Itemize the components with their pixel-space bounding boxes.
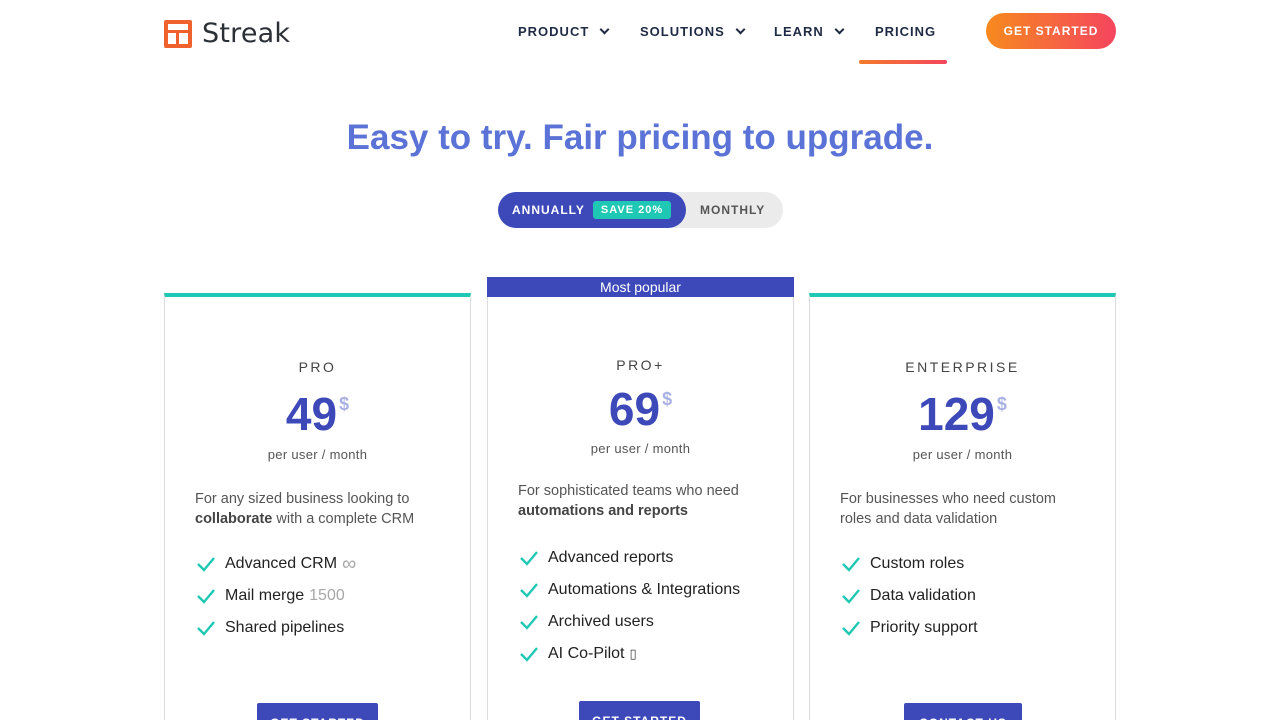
- desc-bold: automations and reports: [518, 503, 688, 519]
- feature-label: Priority support: [870, 619, 978, 636]
- infinity-icon: ∞: [342, 552, 357, 575]
- plan-card-pro: PRO 49 $ per user / month For any sized b…: [164, 293, 471, 720]
- price-amount: 129: [918, 388, 995, 440]
- streak-logo[interactable]: Streak: [164, 18, 290, 49]
- price-period: per user / month: [267, 447, 368, 462]
- feature-label: Advanced reports: [548, 549, 674, 566]
- plan-price: 129 $: [810, 387, 1115, 441]
- check-icon: [842, 589, 860, 604]
- get-started-button[interactable]: GET STARTED: [986, 13, 1116, 49]
- price-period: per user / month: [590, 441, 691, 456]
- plan-name: PRO: [298, 359, 337, 375]
- check-icon: [197, 589, 215, 604]
- feature-label: AI Co-Pilot: [548, 645, 625, 662]
- nav-item-label: PRODUCT: [518, 24, 590, 39]
- currency-symbol: $: [996, 394, 1007, 414]
- feature-label: Mail merge: [225, 587, 305, 604]
- nav-item-pricing[interactable]: PRICING: [875, 24, 936, 39]
- feature-item: Mail merge 1500: [197, 580, 356, 612]
- contact-us-button[interactable]: CONTACT US: [904, 703, 1022, 720]
- nav-item-label: LEARN: [774, 24, 824, 39]
- most-popular-badge: Most popular: [487, 277, 794, 297]
- billing-option-monthly[interactable]: MONTHLY: [700, 203, 765, 217]
- feature-label: Advanced CRM: [225, 555, 338, 572]
- billing-toggle: ANNUALLY SAVE 20% MONTHLY: [498, 192, 783, 228]
- check-icon: [197, 621, 215, 636]
- nav-item-product[interactable]: PRODUCT: [518, 24, 610, 39]
- plan-description: For any sized business looking to collab…: [195, 489, 445, 529]
- site-header: Streak PRODUCT SOLUTIONS LEARN PRICING G…: [0, 0, 1280, 64]
- save-badge: SAVE 20%: [592, 201, 672, 219]
- check-icon: [197, 557, 215, 572]
- pro-get-started-button[interactable]: GET STARTED: [257, 703, 378, 720]
- price-amount: 69: [608, 383, 661, 435]
- check-icon: [520, 551, 538, 566]
- billing-option-annually[interactable]: ANNUALLY SAVE 20%: [498, 192, 686, 228]
- desc-text: For sophisticated teams who need: [518, 483, 739, 499]
- plan-price: 69 $: [488, 382, 793, 436]
- chevron-down-icon: [834, 24, 845, 35]
- feature-item: Advanced CRM ∞: [197, 548, 356, 580]
- feature-item: Shared pipelines: [197, 612, 356, 644]
- feature-label: Automations & Integrations: [548, 581, 741, 598]
- feature-item: Automations & Integrations: [520, 574, 740, 606]
- feature-label: Custom roles: [870, 555, 965, 572]
- desc-text: with a complete CRM: [276, 511, 415, 527]
- chevron-down-icon: [735, 24, 746, 35]
- feature-item: AI Co-Pilot ▯: [520, 638, 740, 670]
- feature-list: Advanced CRM ∞ Mail merge 1500 Shared pi…: [197, 548, 356, 644]
- feature-label: Archived users: [548, 613, 654, 630]
- feature-item: Data validation: [842, 580, 978, 612]
- desc-bold: collaborate: [195, 511, 273, 527]
- check-icon: [520, 615, 538, 630]
- plan-name: PRO+: [616, 357, 665, 373]
- plan-description: For businesses who need custom roles and…: [840, 491, 1056, 527]
- brand-name: Streak: [202, 18, 291, 49]
- check-icon: [520, 583, 538, 598]
- annually-label: ANNUALLY: [512, 203, 585, 217]
- currency-symbol: $: [662, 389, 673, 409]
- price-period: per user / month: [912, 447, 1013, 462]
- plan-card-enterprise: ENTERPRISE 129 $ per user / month For bus…: [809, 293, 1116, 720]
- chevron-down-icon: [599, 24, 610, 35]
- currency-symbol: $: [339, 394, 350, 414]
- feature-list: Custom roles Data validation Priority su…: [842, 548, 978, 644]
- feature-label: Data validation: [870, 587, 976, 604]
- nav-item-label: PRICING: [875, 24, 937, 39]
- check-icon: [842, 557, 860, 572]
- plan-card-pro-plus: Most popular PRO+ 69 $ per user / month F…: [487, 277, 794, 720]
- feature-limit: 1500: [309, 587, 345, 604]
- page-title: Easy to try. Fair pricing to upgrade.: [346, 118, 934, 157]
- nav-item-label: SOLUTIONS: [640, 24, 725, 39]
- feature-label: Shared pipelines: [225, 619, 345, 636]
- feature-list: Advanced reports Automations & Integrati…: [520, 542, 740, 670]
- desc-text: For any sized business looking to: [195, 491, 410, 507]
- streak-logo-icon: [164, 19, 192, 48]
- feature-item: Priority support: [842, 612, 978, 644]
- feature-item: Advanced reports: [520, 542, 740, 574]
- plan-description: For sophisticated teams who need automat…: [518, 481, 768, 521]
- price-amount: 49: [285, 388, 338, 440]
- check-icon: [520, 647, 538, 662]
- missing-glyph-icon: ▯: [629, 646, 637, 661]
- pro-plus-get-started-button[interactable]: GET STARTED: [579, 701, 700, 720]
- plan-price: 49 $: [165, 387, 470, 441]
- plan-name: ENTERPRISE: [905, 359, 1020, 375]
- active-nav-indicator: [859, 60, 947, 64]
- nav-item-learn[interactable]: LEARN: [774, 24, 845, 39]
- nav-item-solutions[interactable]: SOLUTIONS: [640, 24, 746, 39]
- check-icon: [842, 621, 860, 636]
- feature-item: Custom roles: [842, 548, 978, 580]
- feature-item: Archived users: [520, 606, 740, 638]
